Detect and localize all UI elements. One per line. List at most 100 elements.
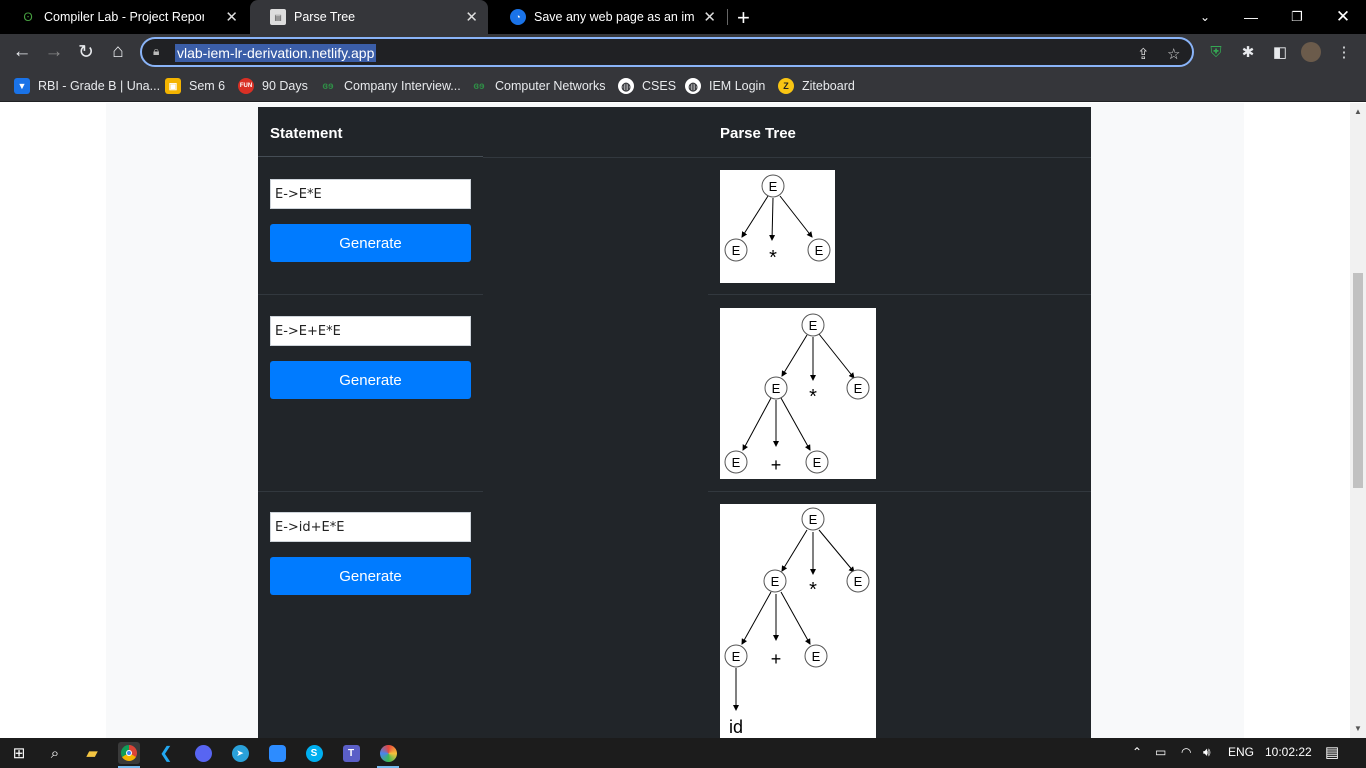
bookmarks-bar: ▼ RBI - Grade B | Una... ▣ Sem 6 FUN 90 … bbox=[0, 70, 1366, 102]
page-scrollbar[interactable]: ▲ ▼ bbox=[1350, 103, 1366, 738]
svg-text:E: E bbox=[772, 381, 781, 396]
svg-text:E: E bbox=[809, 318, 818, 333]
bookmark-label: CSES bbox=[642, 79, 677, 93]
discord-icon[interactable] bbox=[192, 742, 214, 764]
tab-divider bbox=[727, 9, 728, 25]
notifications-icon[interactable]: ▤ bbox=[1325, 743, 1339, 761]
row-divider bbox=[258, 294, 483, 295]
statement-input[interactable] bbox=[270, 179, 471, 209]
generate-button[interactable]: Generate bbox=[270, 224, 471, 262]
svg-text:E: E bbox=[813, 455, 822, 470]
wifi-icon[interactable]: ◠ bbox=[1181, 745, 1191, 759]
tab-title: Save any web page as an image o bbox=[534, 10, 694, 24]
svg-text:E: E bbox=[854, 381, 863, 396]
tray-chevron-icon[interactable]: ⌃ bbox=[1132, 745, 1142, 759]
telegram-icon[interactable]: ➤ bbox=[229, 742, 251, 764]
menu-kebab-icon[interactable]: ⋮ bbox=[1334, 42, 1354, 62]
battery-icon[interactable]: ▭ bbox=[1155, 745, 1166, 759]
svg-text:E: E bbox=[771, 574, 780, 589]
statement-input[interactable] bbox=[270, 512, 471, 542]
statement-input[interactable] bbox=[270, 316, 471, 346]
skype-icon[interactable]: S bbox=[303, 742, 325, 764]
header-statement: Statement bbox=[270, 125, 343, 142]
row-divider bbox=[708, 294, 1091, 295]
chrome-icon[interactable] bbox=[118, 742, 140, 764]
bookmark-company-interview[interactable]: ɞɘ Company Interview... bbox=[320, 70, 460, 102]
row-divider bbox=[258, 491, 483, 492]
shield-extension-icon[interactable]: ⛨ bbox=[1206, 42, 1226, 62]
language-indicator[interactable]: ENG bbox=[1228, 745, 1254, 759]
bookmark-90days[interactable]: FUN 90 Days bbox=[238, 70, 308, 102]
paint-icon[interactable] bbox=[377, 742, 399, 764]
header-divider bbox=[483, 157, 1091, 158]
vscode-icon[interactable]: ❮ bbox=[155, 742, 177, 764]
bookmark-cses[interactable]: ◍ CSES bbox=[618, 70, 676, 102]
generate-button[interactable]: Generate bbox=[270, 557, 471, 595]
restore-button[interactable]: ❐ bbox=[1274, 0, 1320, 34]
parse-tree-image: E E * E E + E bbox=[720, 308, 876, 479]
scroll-down-icon[interactable]: ▼ bbox=[1354, 724, 1362, 733]
tab-search-icon[interactable]: ⌄ bbox=[1182, 0, 1228, 34]
bookmark-computer-networks[interactable]: ɞɘ Computer Networks bbox=[471, 70, 605, 102]
svg-text:E: E bbox=[815, 243, 824, 258]
zoom-icon[interactable] bbox=[266, 742, 288, 764]
search-icon[interactable]: ⌕ bbox=[44, 742, 66, 764]
reload-icon[interactable]: ↻ bbox=[73, 40, 99, 64]
file-explorer-icon[interactable]: ▰ bbox=[81, 742, 103, 764]
forward-icon[interactable]: → bbox=[41, 40, 67, 64]
bookmark-sem6[interactable]: ▣ Sem 6 bbox=[165, 70, 225, 102]
close-tab-icon[interactable]: ✕ bbox=[465, 8, 478, 26]
tab-compiler-lab[interactable]: ʘ Compiler Lab - Project Report - C ✕ bbox=[0, 0, 248, 34]
lock-icon[interactable]: 🔒︎ bbox=[153, 44, 159, 59]
web-capture-icon: ◔ bbox=[510, 9, 526, 25]
bookmark-iem-login[interactable]: ◍ IEM Login bbox=[685, 70, 765, 102]
close-tab-icon[interactable]: ✕ bbox=[225, 8, 238, 26]
globe-icon: ◍ bbox=[618, 78, 634, 94]
home-icon[interactable]: ⌂ bbox=[105, 40, 131, 64]
tab-title: Parse Tree bbox=[294, 10, 356, 24]
ziteboard-icon: Z bbox=[778, 78, 794, 94]
windows-start-icon[interactable]: ⊞ bbox=[8, 742, 30, 764]
svg-text:E: E bbox=[769, 179, 778, 194]
page-viewport: Statement Parse Tree Generate E E * E bbox=[0, 103, 1350, 738]
bookmark-label: RBI - Grade B | Una... bbox=[38, 79, 161, 93]
bookmark-star-icon[interactable]: ☆ bbox=[1167, 45, 1180, 63]
parse-tree-image: E E * E E + E id bbox=[720, 504, 876, 738]
row-divider bbox=[708, 491, 1091, 492]
close-window-button[interactable]: ✕ bbox=[1320, 0, 1366, 34]
volume-icon[interactable]: 🔊︎ bbox=[1203, 745, 1211, 760]
share-icon[interactable]: ⇪ bbox=[1137, 45, 1150, 63]
profile-avatar[interactable] bbox=[1301, 42, 1321, 62]
close-tab-icon[interactable]: ✕ bbox=[703, 8, 716, 26]
back-icon[interactable]: ← bbox=[9, 40, 35, 64]
clock-time[interactable]: 10:02:22 bbox=[1265, 745, 1312, 759]
svg-text:*: * bbox=[809, 579, 817, 601]
side-panel-icon[interactable]: ◧ bbox=[1270, 42, 1290, 62]
bookmark-rbi[interactable]: ▼ RBI - Grade B | Una... bbox=[14, 70, 160, 102]
bookmark-label: Computer Networks bbox=[495, 79, 606, 93]
overleaf-icon: ʘ bbox=[23, 10, 33, 24]
parse-tree-svg-1: E E * E bbox=[724, 174, 831, 269]
tab-web-capture[interactable]: ◔ Save any web page as an image o ✕ bbox=[490, 0, 726, 34]
svg-text:E: E bbox=[732, 649, 741, 664]
svg-text:+: + bbox=[771, 455, 782, 475]
tab-parse-tree[interactable]: ▤ Parse Tree ✕ bbox=[250, 0, 488, 34]
parse-tree-svg-3: E E * E E + E id bbox=[724, 507, 870, 737]
fun-icon: FUN bbox=[238, 78, 254, 94]
bookmark-label: Ziteboard bbox=[802, 79, 855, 93]
rbi-icon: ▼ bbox=[14, 78, 30, 94]
teams-icon[interactable]: T bbox=[340, 742, 362, 764]
minimize-button[interactable]: — bbox=[1228, 0, 1274, 34]
url-text[interactable]: vlab-iem-lr-derivation.netlify.app bbox=[175, 44, 377, 62]
windows-taskbar: ⊞ ⌕ ▰ ❮ ➤ S T ⌃ ▭ ◠ 🔊︎ ENG 10:02:22 ▤ bbox=[0, 738, 1366, 768]
new-tab-button[interactable]: + bbox=[737, 5, 750, 31]
svg-text:E: E bbox=[732, 455, 741, 470]
address-bar[interactable]: 🔒︎ vlab-iem-lr-derivation.netlify.app ⇪ … bbox=[140, 37, 1194, 67]
generate-button[interactable]: Generate bbox=[270, 361, 471, 399]
scroll-up-icon[interactable]: ▲ bbox=[1354, 107, 1362, 116]
scrollbar-thumb[interactable] bbox=[1353, 273, 1363, 488]
svg-text:E: E bbox=[854, 574, 863, 589]
bookmark-ziteboard[interactable]: Z Ziteboard bbox=[778, 70, 855, 102]
extensions-icon[interactable]: ✱ bbox=[1238, 42, 1258, 62]
svg-text:*: * bbox=[769, 247, 777, 269]
